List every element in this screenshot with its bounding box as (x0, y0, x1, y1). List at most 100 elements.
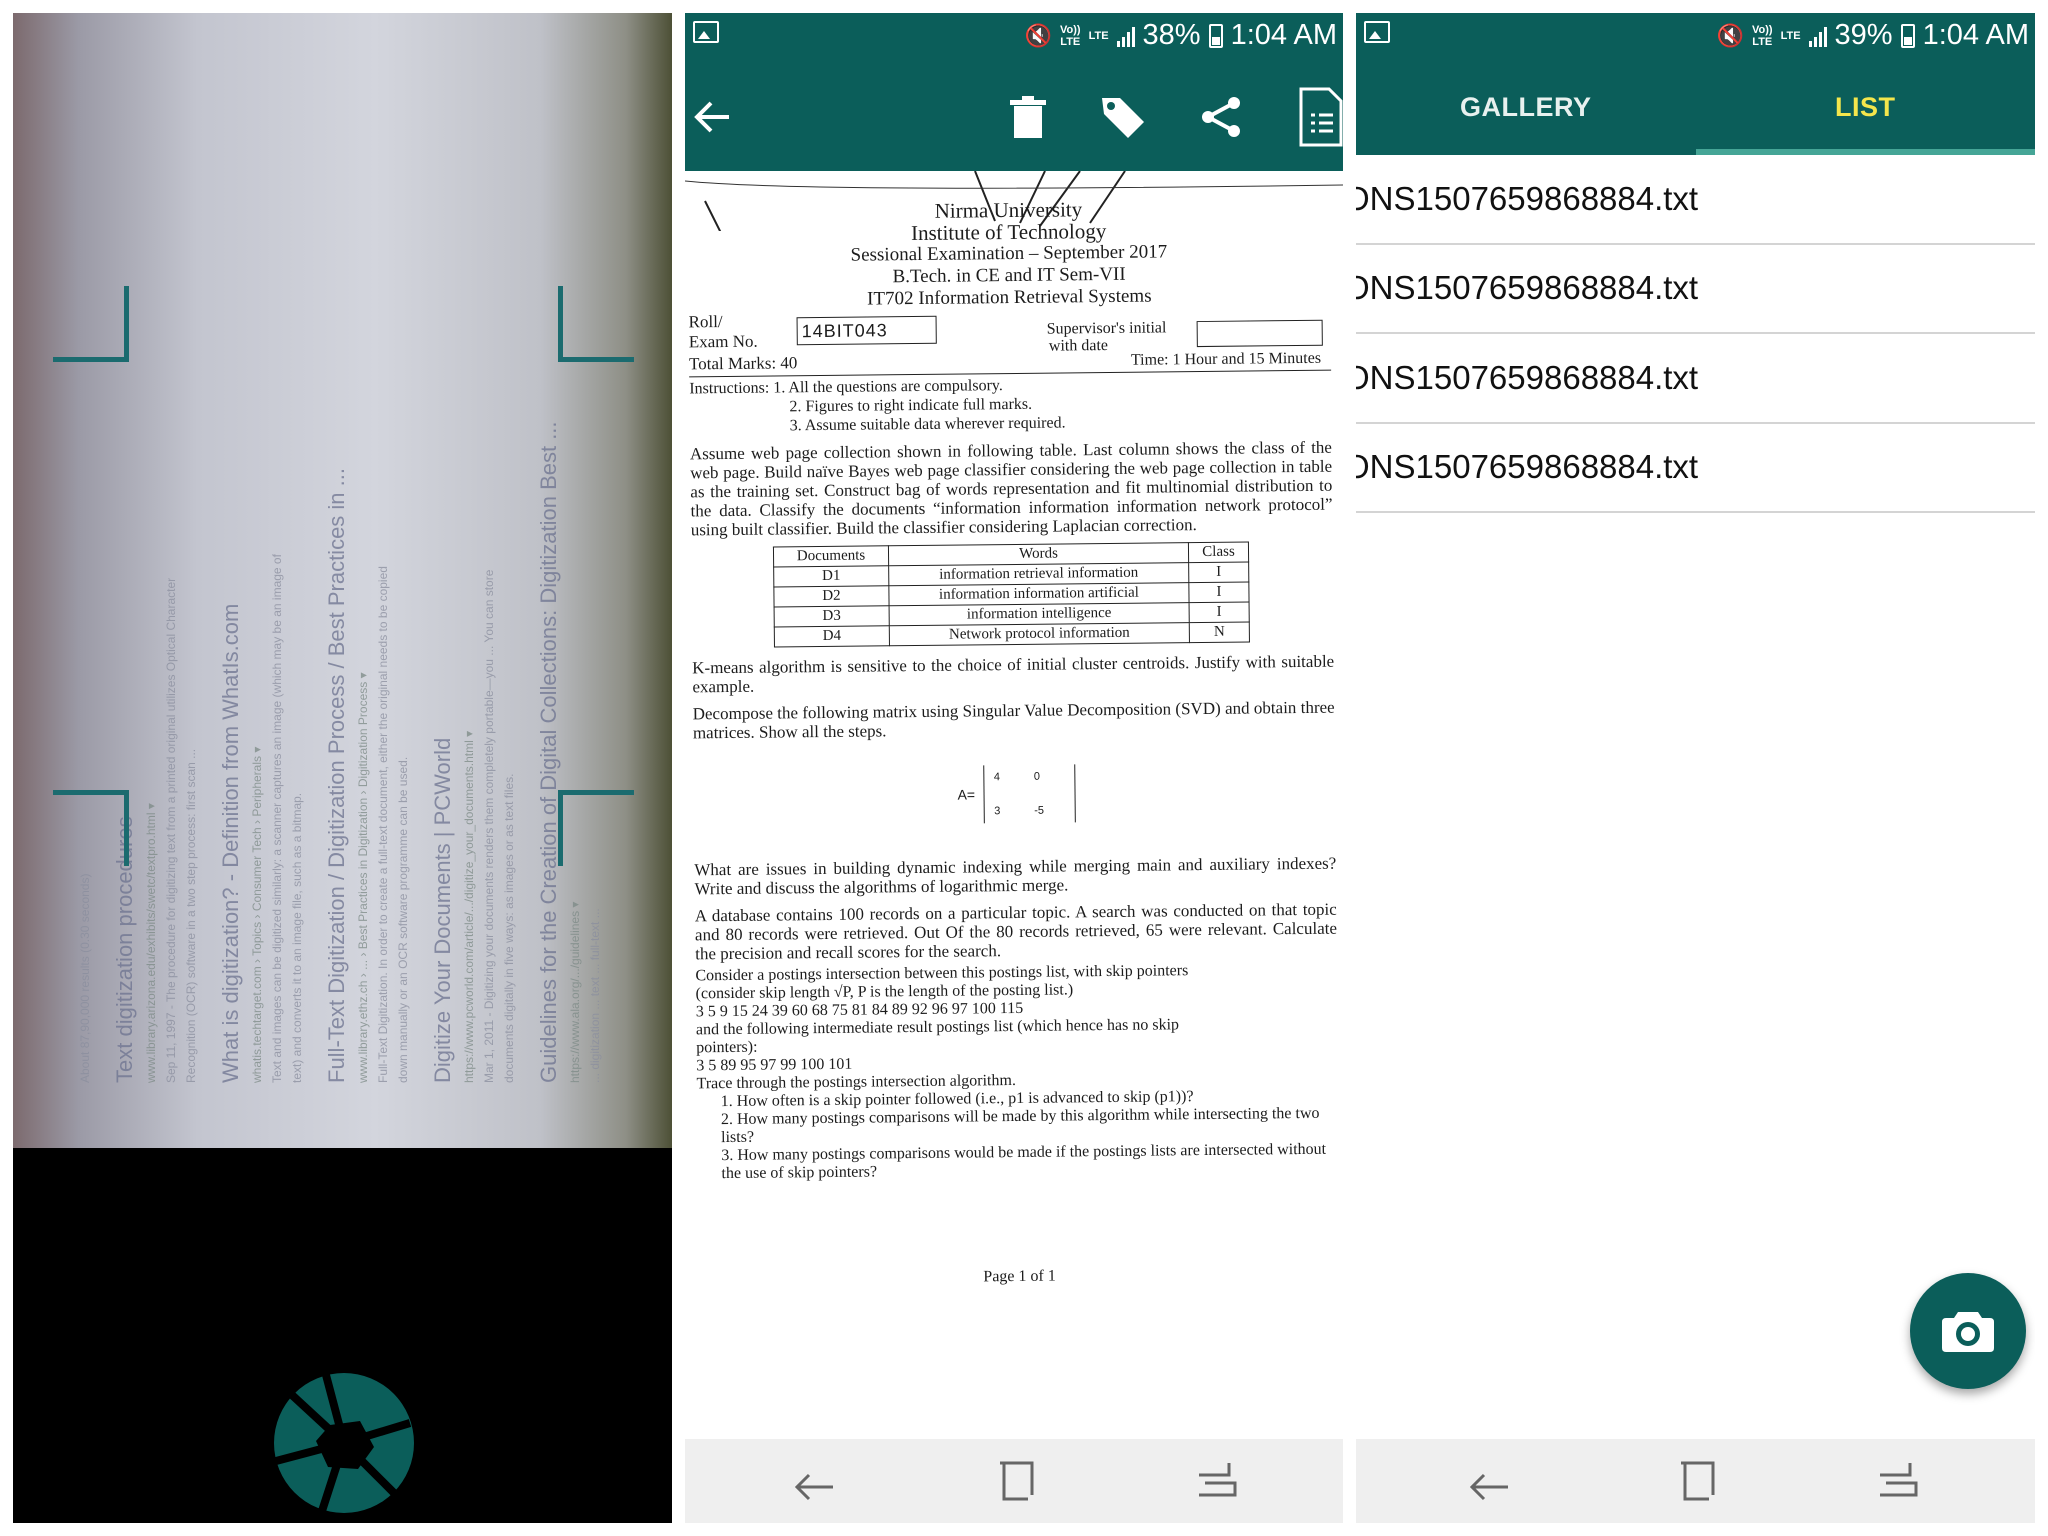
nav-home-button[interactable] (1671, 1457, 1719, 1505)
nav-back-icon (1469, 1473, 1508, 1501)
viewfinder-text-line: www.library.arizona.edu/exhibits/swetc/t… (144, 803, 158, 1083)
list-item[interactable]: ONS1507659868884.txt (1356, 424, 2035, 513)
question-6: Consider a postings intersection between… (695, 962, 1189, 1093)
nav-back-button[interactable] (791, 1457, 839, 1505)
viewfinder-text-line: Recognition (OCR) software in a two step… (184, 748, 198, 1083)
camera-viewfinder: About 87,90,000 results (0.30 seconds) Te… (13, 13, 672, 1148)
viewfinder-text-line: Guidelines for the Creation of Digital C… (536, 421, 561, 1083)
table-row: D4 Network protocol information N (774, 622, 1250, 648)
viewfinder-text-line: Text and images can be digitized similar… (270, 554, 284, 1083)
question-5: A database contains 100 records on a par… (694, 899, 1338, 964)
viewfinder-text-line: https://www.ala.org/.../guidelines ▾ (568, 901, 582, 1083)
signal-icon (1116, 25, 1135, 47)
viewfinder-text-line: ... digitization ... text ... full-text … (588, 908, 602, 1083)
scan-frame-corner-top-right (558, 286, 634, 362)
scan-frame-corner-top-left (53, 286, 129, 362)
mute-icon: 🔇 (1024, 22, 1052, 48)
viewfinder-text-line: https://www.pcworld.com/article/.../digi… (462, 730, 476, 1083)
camera-screen: About 87,90,000 results (0.30 seconds) Te… (13, 13, 672, 1523)
mute-icon: 🔇 (1716, 22, 1744, 48)
aperture-icon (274, 1373, 414, 1513)
battery-percent: 39% (1834, 19, 1893, 51)
viewfinder-text-line: Text digitization procedures (112, 816, 137, 1083)
viewfinder-text-line: Mar 1, 2011 - Digitizing your documents … (482, 569, 496, 1083)
gallery-notification-icon (1364, 21, 1390, 43)
scan-frame-corner-bottom-left (53, 790, 129, 866)
list-item[interactable]: ONS1507659868884.txt (1356, 155, 2035, 245)
question-1: Assume web page collection shown in foll… (689, 437, 1333, 540)
viewfinder-text-line: documents digitally in five ways: as ima… (502, 773, 516, 1083)
system-nav-bar (685, 1439, 1343, 1523)
clock: 1:04 AM (1922, 19, 2029, 51)
supervisor-initial-box (1196, 319, 1323, 348)
nav-home-icon (1681, 1461, 1715, 1501)
nav-recents-icon (1199, 1463, 1237, 1497)
viewfinder-text-line: Full-Text Digitization / Digitization Pr… (324, 468, 349, 1083)
viewfinder-text-line: text) and converts it to an image file, … (290, 792, 304, 1083)
status-bar: 🔇 Vo)) LTE LTE 39% 1:04 AM (1356, 13, 2035, 59)
nav-recents-button[interactable] (1874, 1457, 1922, 1505)
battery-percent: 38% (1142, 19, 1201, 51)
nav-recents-icon (1880, 1463, 1918, 1497)
nav-recents-button[interactable] (1193, 1457, 1241, 1505)
training-set-table: Documents Words Class D1 information retr… (773, 542, 1250, 648)
tab-bar: GALLERY LIST (1356, 59, 2035, 155)
viewfinder-text-line: About 87,90,000 results (0.30 seconds) (78, 873, 92, 1083)
question-4: What are issues in building dynamic inde… (694, 853, 1337, 899)
viewfinder-text-line: www.library.ethz.ch › ... › Best Practic… (356, 672, 370, 1083)
tab-list[interactable]: LIST (1696, 59, 2036, 155)
viewfinder-text-line: whatis.techtarget.com › Topics › Consume… (250, 746, 264, 1083)
instructions: Instructions: 1. All the questions are c… (689, 377, 1066, 435)
camera-fab-button[interactable] (1910, 1273, 2026, 1389)
document-text-icon (1299, 87, 1343, 147)
lte-indicator: LTE (1780, 29, 1801, 42)
list-item[interactable]: ONS1507659868884.txt (1356, 245, 2035, 334)
tag-button[interactable] (1095, 89, 1151, 145)
file-list: ONS1507659868884.txt ONS1507659868884.tx… (1356, 155, 2035, 513)
scan-frame-corner-bottom-right (558, 790, 634, 866)
text-file-button[interactable] (1293, 87, 1343, 147)
exam-header: Nirma University Institute of Technology… (850, 197, 1168, 310)
viewfinder-text-line: Full-Text Digitization. In order to crea… (376, 566, 390, 1083)
nav-back-button[interactable] (1466, 1457, 1514, 1505)
roll-number-box: 14BIT043 (796, 315, 937, 346)
viewer-toolbar (685, 59, 1343, 171)
status-bar: 🔇 Vo)) LTE LTE 38% 1:04 AM (685, 13, 1343, 59)
question-6-subparts: 1. How often is a skip pointer followed … (720, 1088, 1327, 1183)
battery-icon (1900, 23, 1915, 48)
exam-paper: Nirma University Institute of Technology… (685, 196, 1343, 1290)
share-button[interactable] (1193, 89, 1249, 145)
delete-button[interactable] (1000, 89, 1056, 145)
question-2: K-means algorithm is sensitive to the ch… (692, 651, 1335, 697)
roll-number-row: Roll/ Exam No. 14BIT043 Supervisor's ini… (688, 312, 1323, 374)
page-number: Page 1 of 1 (983, 1267, 1056, 1286)
tag-icon (1102, 98, 1144, 138)
viewfinder-text-line: What is digitization? - Definition from … (218, 603, 243, 1083)
battery-icon (1208, 23, 1223, 48)
viewfinder-preview-text: About 87,90,000 results (0.30 seconds) Te… (78, 83, 608, 1083)
question-3: Decompose the following matrix using Sin… (692, 697, 1335, 743)
shutter-button[interactable] (272, 1371, 416, 1515)
system-nav-bar (1356, 1439, 2035, 1523)
document-viewer-screen: 🔇 Vo)) LTE LTE 38% 1:04 AM Nirma Univers… (685, 13, 1343, 1523)
list-item[interactable]: ONS1507659868884.txt (1356, 334, 2035, 424)
lte-indicator: LTE (1088, 29, 1109, 42)
scanned-document: Nirma University Institute of Technology… (685, 171, 1343, 1439)
nav-back-icon (794, 1473, 833, 1501)
clock: 1:04 AM (1230, 19, 1337, 51)
signal-icon (1808, 25, 1827, 47)
file-list-screen: 🔇 Vo)) LTE LTE 39% 1:04 AM GALLERY LIST O… (1356, 13, 2035, 1523)
tab-gallery[interactable]: GALLERY (1356, 59, 1696, 155)
trash-icon (1010, 96, 1046, 138)
gallery-notification-icon (693, 21, 719, 43)
arrow-left-icon (694, 101, 729, 133)
volte-indicator: Vo)) LTE (1060, 23, 1081, 48)
matrix-a: A= 40 3 -5 (957, 762, 1342, 824)
back-button[interactable] (685, 89, 741, 145)
camera-icon (1942, 1312, 1994, 1352)
viewfinder-text-line: Digitize Your Documents | PCWorld (430, 737, 455, 1083)
nav-home-button[interactable] (990, 1457, 1038, 1505)
nav-home-icon (1000, 1461, 1034, 1501)
share-icon (1202, 97, 1240, 137)
viewfinder-text-line: down manually or an OCR software program… (396, 756, 410, 1083)
